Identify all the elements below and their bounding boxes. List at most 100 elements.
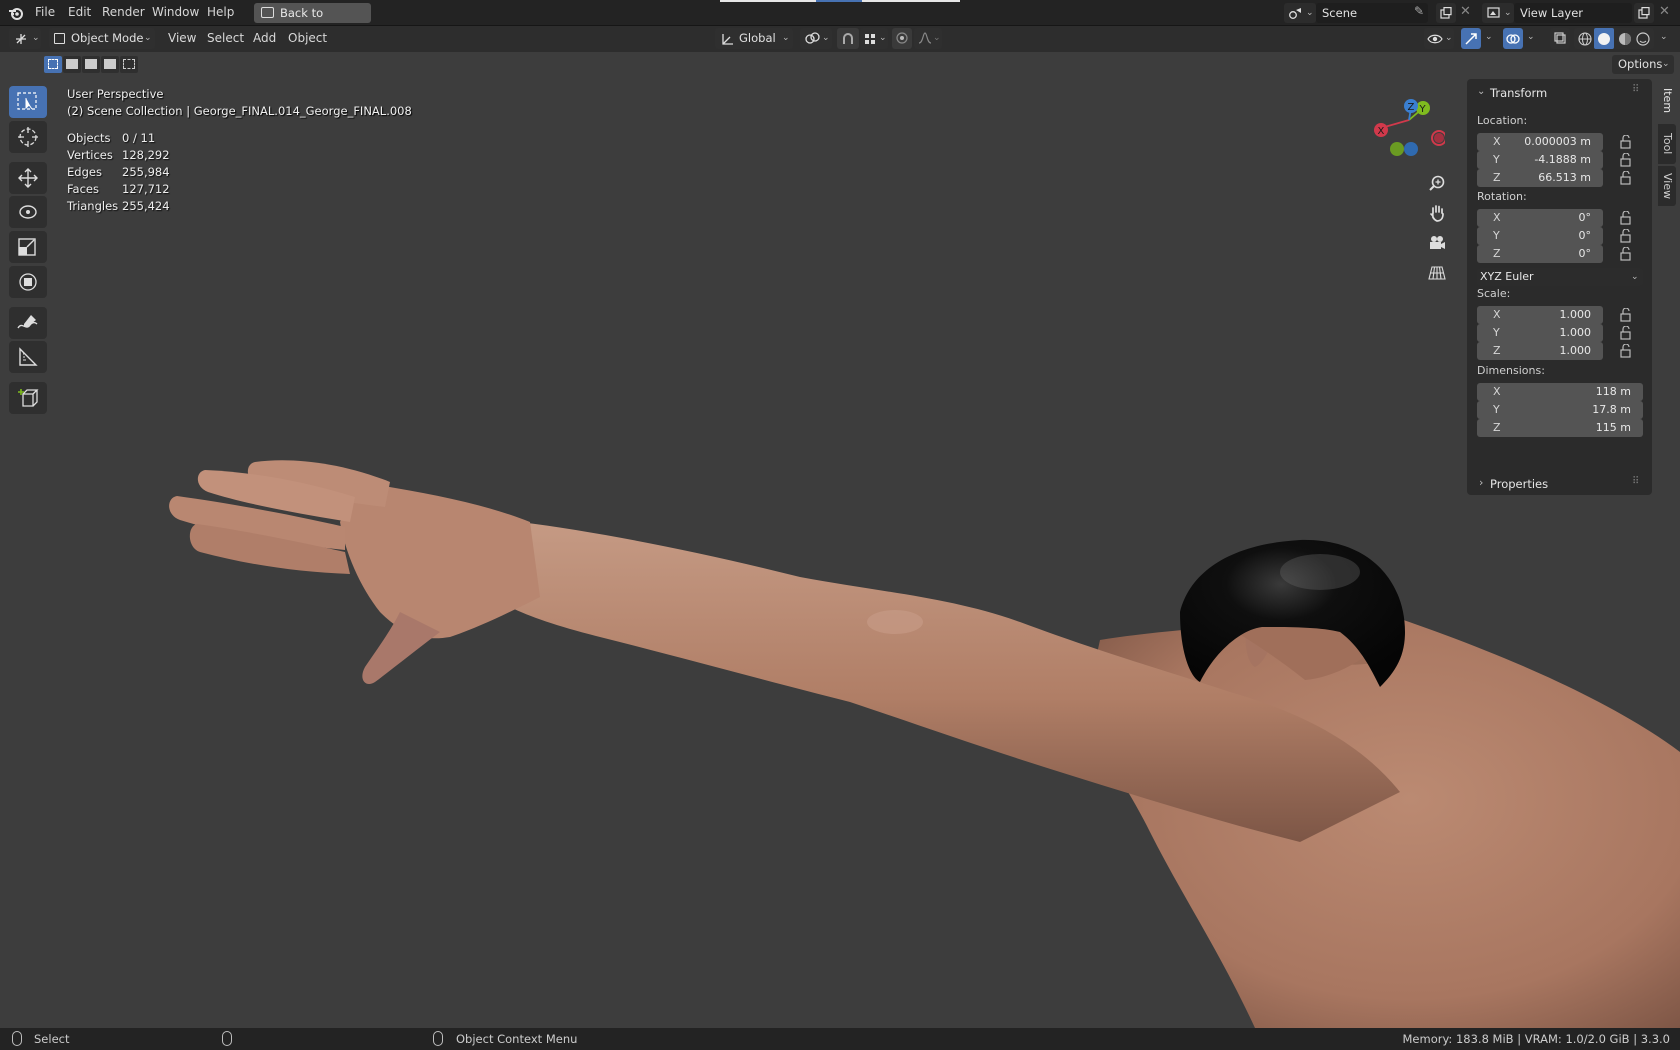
tool-annotate[interactable] [9,307,47,339]
tab-item[interactable]: Item [1658,80,1676,122]
properties-expand-chevron-icon[interactable]: › [1479,476,1483,489]
lock-scale-x-icon[interactable] [1619,308,1633,322]
tool-transform[interactable] [9,266,47,298]
wireframe-shading-icon[interactable] [1578,32,1592,46]
toggle-perspective-button[interactable] [1423,259,1451,287]
rotation-z-field[interactable]: Z 0° [1477,245,1603,263]
location-x-field[interactable]: X 0.000003 m [1477,133,1603,151]
location-z-field[interactable]: Z 66.513 m [1477,169,1603,187]
scale-x-field[interactable]: X 1.000 [1477,306,1603,324]
select-subtract-button[interactable] [82,56,100,73]
select-extend-button[interactable] [63,56,81,73]
tool-move[interactable] [9,162,47,194]
tool-add-cube[interactable] [9,382,47,414]
pan-view-button[interactable] [1423,199,1451,227]
scale-y-field[interactable]: Y 1.000 [1477,324,1603,342]
select-extend-icon [66,59,78,69]
header-menu-select[interactable]: Select [207,31,244,45]
drag-handle-icon[interactable]: ⠿ [1632,476,1639,487]
overlays-options-chevron-icon[interactable]: ⌄ [1527,32,1535,42]
scale-z-field[interactable]: Z 1.000 [1477,342,1603,360]
lock-rotation-z-icon[interactable] [1619,247,1633,261]
menu-file[interactable]: File [35,5,55,19]
pin-icon[interactable]: ✎ [1414,4,1424,18]
new-scene-button[interactable] [1436,3,1456,23]
lock-location-y-icon[interactable] [1619,153,1633,167]
menu-edit[interactable]: Edit [68,5,91,19]
proportional-editing-toggle[interactable] [892,28,912,49]
lock-scale-y-icon[interactable] [1619,326,1633,340]
menu-help[interactable]: Help [207,5,234,19]
lock-location-z-icon[interactable] [1619,171,1633,185]
scene-browse-button[interactable]: ⌄ [1284,3,1316,23]
status-select-hint: Select [34,1032,70,1046]
lock-scale-z-icon[interactable] [1619,344,1633,358]
blender-logo-icon[interactable] [8,5,24,21]
transform-collapse-chevron-icon[interactable]: ⌄ [1477,86,1485,97]
zoom-view-button[interactable] [1423,169,1451,197]
transform-panel-title[interactable]: Transform [1490,86,1547,100]
annotate-pencil-icon [17,315,38,329]
navigation-gizmo[interactable]: X Y Z [1365,92,1445,162]
pivot-point-selector[interactable]: ⌄ [800,28,832,49]
dimensions-z-field[interactable]: Z 115 m [1477,419,1643,437]
material-preview-shading-icon[interactable] [1618,32,1632,46]
menu-window[interactable]: Window [152,5,199,19]
lock-rotation-x-icon[interactable] [1619,211,1633,225]
header-menu-object[interactable]: Object [288,31,327,45]
tool-cursor[interactable] [9,121,47,153]
select-intersect-button[interactable] [120,56,138,73]
drag-handle-icon[interactable]: ⠿ [1632,84,1639,95]
dimensions-y-field[interactable]: Y 17.8 m [1477,401,1643,419]
3d-viewport[interactable]: Options ⌄ User Perspective (2) Scene Col… [0,52,1680,1028]
tab-view[interactable]: View [1658,166,1676,206]
tool-scale[interactable] [9,231,47,263]
header-menu-add[interactable]: Add [253,31,276,45]
transform-orientation-selector[interactable]: Global ⌄ [715,28,793,49]
new-view-layer-button[interactable] [1634,3,1654,23]
tool-select-box[interactable] [9,86,47,118]
select-invert-button[interactable] [101,56,119,73]
view-layer-name-field[interactable]: View Layer [1514,3,1632,23]
gizmo-options-chevron-icon[interactable]: ⌄ [1485,32,1493,42]
solid-shading-button[interactable] [1594,28,1614,49]
rotation-mode-dropdown[interactable]: XYZ Euler ⌄ [1477,268,1643,286]
tool-measure[interactable] [9,341,47,373]
header-menu-view[interactable]: View [168,31,196,45]
back-to-previous-button[interactable]: Back to Previous [254,3,371,40]
shading-options-chevron-icon[interactable]: ⌄ [1660,32,1668,42]
measure-ruler-icon [19,347,38,366]
delete-view-layer-icon[interactable]: ✕ [1659,4,1670,19]
view-layer-browse-button[interactable]: ⌄ [1482,3,1514,23]
mode-selector[interactable]: Object Mode ⌄ [49,28,155,49]
visibility-selector[interactable]: ⌄ [1424,28,1454,49]
select-new-button[interactable] [44,56,62,73]
snap-toggle[interactable] [837,28,859,49]
lock-rotation-y-icon[interactable] [1619,229,1633,243]
tab-tool[interactable]: Tool [1658,124,1676,164]
location-y-field[interactable]: Y -4.1888 m [1477,151,1603,169]
delete-scene-icon[interactable]: ✕ [1460,4,1471,19]
character-model[interactable] [0,52,1680,1028]
editor-type-selector[interactable]: ⌄ [9,28,41,49]
rendered-shading-icon[interactable] [1636,32,1650,46]
rotation-x-field[interactable]: X 0° [1477,209,1603,227]
lock-location-x-icon[interactable] [1619,135,1633,149]
menu-render[interactable]: Render [102,5,145,19]
dimensions-x-field[interactable]: X 118 m [1477,383,1643,401]
proportional-falloff-selector[interactable]: ⌄ [914,28,942,49]
camera-view-button[interactable] [1423,229,1451,257]
options-dropdown[interactable]: Options ⌄ [1612,55,1674,74]
tool-rotate[interactable] [9,196,47,228]
overlays-toggle[interactable] [1503,28,1523,49]
chevron-down-icon: ⌄ [1631,272,1639,282]
gizmo-toggle[interactable] [1461,28,1481,49]
properties-panel-title[interactable]: Properties [1490,477,1548,491]
xray-toggle[interactable] [1550,28,1570,49]
scene-name-field[interactable]: Scene [1316,3,1428,23]
select-new-icon [48,59,58,69]
snap-target-selector[interactable]: ⌄ [860,28,888,49]
mouse-right-click-icon [433,1031,443,1046]
rotation-y-field[interactable]: Y 0° [1477,227,1603,245]
rotation-mode-label: XYZ Euler [1480,270,1534,283]
